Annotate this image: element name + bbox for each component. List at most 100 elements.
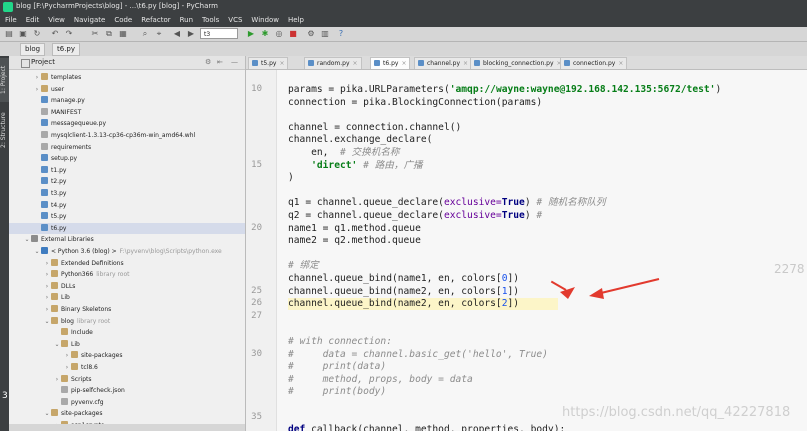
forward-icon[interactable]: ▶: [186, 29, 196, 39]
tree-item-label: t3.py: [51, 190, 67, 197]
chevron-down-icon[interactable]: ⌄: [33, 246, 41, 257]
chevron-right-icon[interactable]: ›: [43, 258, 51, 269]
annotation-arrow-1-shaft: [550, 280, 567, 291]
menu-vcs[interactable]: VCS: [228, 16, 242, 24]
copy-icon[interactable]: ⧉: [104, 29, 114, 39]
tree-item[interactable]: › Extended Definitions: [9, 258, 245, 269]
tree-item[interactable]: › tcl8.6: [9, 362, 245, 373]
menu-navigate[interactable]: Navigate: [74, 16, 105, 24]
debug-icon[interactable]: ✱: [260, 29, 270, 39]
tree-item[interactable]: MANIFEST: [9, 107, 245, 118]
chevron-down-icon[interactable]: ⌄: [23, 234, 31, 245]
replace-icon[interactable]: ⌖: [154, 29, 164, 39]
tree-item[interactable]: t1.py: [9, 165, 245, 176]
annotation-arrow-2-head: [589, 288, 604, 299]
menu-bar: File Edit View Navigate Code Refactor Run Tools…: [0, 14, 807, 27]
tree-item[interactable]: setup.py: [9, 153, 245, 164]
tree-item[interactable]: pyvenv.cfg: [9, 397, 245, 408]
run-config-select[interactable]: t3: [200, 28, 238, 39]
chevron-down-icon[interactable]: ⌄: [43, 316, 51, 327]
coverage-icon[interactable]: ◎: [274, 29, 284, 39]
file-icon: [61, 397, 68, 405]
chevron-right-icon[interactable]: ›: [33, 72, 41, 83]
tree-item[interactable]: t5.py: [9, 211, 245, 222]
tree-item[interactable]: ⌄ < Python 3.6 (blog) > F:\pyvenv\blog\Scr…: [9, 246, 245, 257]
tree-item[interactable]: Include: [9, 327, 245, 338]
collapse-icon[interactable]: ⇤: [217, 58, 223, 66]
menu-refactor[interactable]: Refactor: [141, 16, 170, 24]
project-view-selector[interactable]: Project: [31, 58, 55, 66]
folder-icon: [41, 84, 48, 92]
tree-item[interactable]: › DLLs: [9, 281, 245, 292]
run-icon[interactable]: ▶: [246, 29, 256, 39]
help-icon[interactable]: ?: [336, 29, 346, 39]
tree-item[interactable]: messagequeue.py: [9, 118, 245, 129]
save-icon[interactable]: ▣: [18, 29, 28, 39]
folder-icon: [51, 409, 58, 417]
tree-item[interactable]: t2.py: [9, 176, 245, 187]
tree-item[interactable]: ⌄ site-packages: [9, 408, 245, 419]
tree-item[interactable]: › user: [9, 84, 245, 95]
side-number-overlay: 2278: [774, 262, 805, 276]
settings-icon[interactable]: ⚙: [306, 29, 316, 39]
hide-icon[interactable]: —: [231, 58, 238, 66]
python-file-icon: [41, 223, 48, 231]
find-icon[interactable]: ⌕: [140, 29, 150, 39]
tree-item[interactable]: t4.py: [9, 200, 245, 211]
menu-tools[interactable]: Tools: [202, 16, 219, 24]
tree-item[interactable]: ⌄ blog library root: [9, 316, 245, 327]
tree-item[interactable]: pip-selfcheck.json: [9, 385, 245, 396]
sync-icon[interactable]: ↻: [32, 29, 42, 39]
tree-item-label: pip-selfcheck.json: [71, 387, 125, 395]
tree-item[interactable]: requirements: [9, 142, 245, 153]
tree-item-label: requirements: [51, 143, 92, 151]
tree-item-label: templates: [51, 74, 82, 81]
chevron-right-icon[interactable]: ›: [43, 281, 51, 292]
menu-edit[interactable]: Edit: [26, 16, 40, 24]
gear-icon[interactable]: ⚙: [205, 58, 211, 66]
tree-item[interactable]: mysqlclient-1.3.13-cp36-cp36m-win_amd64.…: [9, 130, 245, 141]
cut-icon[interactable]: ✂: [90, 29, 100, 39]
project-structure-icon[interactable]: ▥: [320, 29, 330, 39]
tree-item[interactable]: t6.py: [9, 222, 245, 234]
structure-tool-tab[interactable]: 2: Structure: [0, 108, 9, 152]
tree-item[interactable]: › templates: [9, 72, 245, 83]
tree-item[interactable]: › Lib: [9, 292, 245, 303]
menu-view[interactable]: View: [48, 16, 65, 24]
chevron-down-icon[interactable]: ⌄: [53, 339, 61, 350]
chevron-right-icon[interactable]: ›: [63, 362, 71, 373]
chevron-right-icon[interactable]: ›: [33, 84, 41, 95]
tree-item[interactable]: › Binary Skeletons: [9, 304, 245, 315]
tree-item-label: t6.py: [51, 224, 67, 232]
tree-item[interactable]: ⌄ Lib: [9, 339, 245, 350]
tree-item[interactable]: › site-packages: [9, 350, 245, 361]
project-tool-tab[interactable]: 1: Project: [0, 58, 9, 102]
python-file-icon: [41, 189, 48, 196]
chevron-right-icon[interactable]: ›: [43, 292, 51, 303]
back-icon[interactable]: ◀: [172, 29, 182, 39]
tree-item[interactable]: t3.py: [9, 188, 245, 199]
stop-icon[interactable]: ■: [288, 29, 298, 39]
chevron-right-icon[interactable]: ›: [63, 350, 71, 361]
menu-file[interactable]: File: [5, 16, 17, 24]
menu-run[interactable]: Run: [180, 16, 193, 24]
menu-window[interactable]: Window: [251, 16, 279, 24]
chevron-right-icon[interactable]: ›: [53, 374, 61, 385]
menu-code[interactable]: Code: [114, 16, 132, 24]
tree-item[interactable]: › Python366 library root: [9, 269, 245, 280]
breadcrumb-project[interactable]: blog: [20, 43, 46, 56]
file-icon: [41, 131, 48, 138]
tree-item[interactable]: manage.py: [9, 95, 245, 106]
tree-item[interactable]: › Scripts: [9, 374, 245, 385]
chevron-right-icon[interactable]: ›: [43, 304, 51, 315]
tree-item[interactable]: ⌄ External Libraries: [9, 234, 245, 245]
chevron-right-icon[interactable]: ›: [43, 269, 51, 280]
paste-icon[interactable]: ▦: [118, 29, 128, 39]
tree-item-note: library root: [96, 271, 130, 279]
redo-icon[interactable]: ↷: [64, 29, 74, 39]
open-folder-icon[interactable]: ▤: [4, 29, 14, 39]
undo-icon[interactable]: ↶: [50, 29, 60, 39]
chevron-down-icon[interactable]: ⌄: [43, 408, 51, 419]
menu-help[interactable]: Help: [288, 16, 304, 24]
breadcrumb-file[interactable]: t6.py: [52, 43, 81, 56]
